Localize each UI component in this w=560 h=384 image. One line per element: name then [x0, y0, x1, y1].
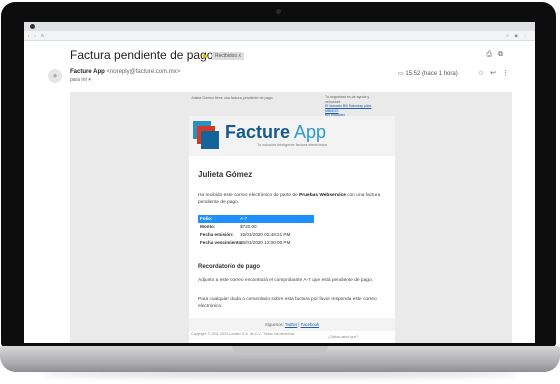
timestamp: ▭ 15:52 (hace 1 hora) — [398, 70, 458, 77]
detail-row-monto: Monto: $720.00 — [198, 223, 314, 231]
detail-value: $720.00 — [240, 224, 257, 229]
twitter-link[interactable]: Twitter — [285, 322, 297, 327]
reminder-title: Recordatorio de pago — [198, 264, 261, 270]
detail-value: 15/01/2020 02:48:21 PM — [240, 232, 291, 237]
detail-row-folio: Folio: A-7 — [198, 215, 314, 223]
reply-icon[interactable]: ↩ — [490, 70, 502, 77]
copyright-text: Copyright © 2011-2020 Londeo S.A. de C.V… — [191, 332, 295, 336]
preheader-right: Tu seguridad es de ayuda y velocidad. El… — [325, 95, 385, 118]
brand-tagline: Tu solución inteligente factura electrón… — [257, 143, 327, 147]
camera-icon — [276, 9, 281, 14]
follow-prefix: Síguenos: — [264, 322, 285, 327]
email-card: Facture App Tu solución inteligente fact… — [189, 116, 395, 343]
detail-value: 16/01/2020 12:00:00 PM — [240, 240, 291, 245]
invoice-details: Folio: A-7 Monto: $720.00 Fecha emisión: 15… — [198, 215, 314, 247]
social-follow-bar: Síguenos: Twitter | Facebook — [189, 318, 395, 331]
sender-email: <noreply@facture.com.mx> — [106, 69, 181, 75]
chevron-down-icon[interactable]: ▾ — [88, 77, 91, 83]
address-bar[interactable]: ‹ › ↻ ☆ ◉ ⋮ — [24, 31, 535, 41]
intro-before: Ha recibido este correo electrónico de p… — [198, 193, 300, 198]
detail-row-vencimiento: Fecha vencimiento: 16/01/2020 12:00:00 PM — [198, 239, 314, 247]
preheader-text: Julieta Gómez tiene una factura pendient… — [191, 96, 274, 100]
star-icon[interactable]: ☆ — [478, 70, 490, 77]
did-you-know-text: ¿Sabía usted que? — [328, 335, 359, 339]
detail-label: Folio: — [200, 216, 213, 221]
laptop-notch — [232, 346, 328, 353]
more-options-icon[interactable]: ⋮ — [502, 70, 515, 77]
nav-arrows-icon[interactable]: ‹ › ↻ — [28, 33, 46, 38]
extension-icons[interactable]: ☆ ◉ ⋮ — [506, 33, 529, 38]
detail-label: Fecha emisión: — [200, 232, 234, 237]
recipient-line[interactable]: para mí ▾ — [70, 77, 91, 83]
screen: ‹ › ↻ ☆ ◉ ⋮ Factura pendiente de pago. ▶… — [24, 22, 535, 343]
attachment-icon: ▭ — [398, 71, 404, 77]
browser-tab-strip — [24, 22, 535, 31]
facture-logo-icon — [193, 121, 223, 153]
detail-label: Fecha vencimiento: — [200, 240, 243, 245]
sender-line: Facture App <noreply@facture.com.mx> — [70, 69, 180, 75]
detail-row-emision: Fecha emisión: 15/01/2020 02:48:21 PM — [198, 231, 314, 239]
inbox-label-badge[interactable]: Recibidos x — [212, 52, 244, 60]
intro-company: Pruebas Webservice — [299, 193, 346, 198]
preheader-right-text: Tu seguridad es de ayuda y velocidad. — [325, 95, 370, 104]
detail-label: Monto: — [200, 224, 216, 229]
reminder-text-1: Adjunto a este correo encontrará el comp… — [198, 278, 373, 283]
timestamp-text: 15:52 (hace 1 hora) — [405, 71, 458, 77]
detail-value: A-7 — [240, 216, 248, 221]
message-actions[interactable]: ☆↩⋮ — [478, 69, 515, 77]
preheader-link-1[interactable]: El llamado Bill Saturday pilas MBMOS — [325, 104, 385, 113]
brand-name: Facture App — [225, 122, 326, 143]
email-body-background: Julieta Gómez tiene una factura pendient… — [70, 92, 512, 343]
sender-name: Facture App — [70, 69, 105, 75]
important-marker-icon[interactable]: ▶ — [203, 52, 208, 60]
print-and-popout-icons[interactable]: ⎙⧉ — [486, 51, 509, 59]
tab-icon[interactable] — [30, 24, 35, 29]
popout-icon[interactable]: ⧉ — [498, 51, 509, 58]
facebook-link[interactable]: Facebook — [301, 322, 319, 327]
brand-name-suffix: App — [290, 122, 327, 142]
sender-avatar: ● — [48, 69, 62, 83]
intro-paragraph: Ha recibido este correo electrónico de p… — [198, 192, 390, 206]
email-subject: Factura pendiente de pago. — [70, 48, 217, 62]
print-icon[interactable]: ⎙ — [486, 51, 498, 58]
brand-header: Facture App Tu solución inteligente fact… — [189, 116, 395, 156]
brand-name-main: Facture — [225, 122, 291, 142]
recipient: para mí — [70, 77, 87, 83]
reminder-text-2: Para cualquier duda o comentario sobre e… — [198, 297, 377, 309]
recipient-greeting: Julieta Gómez — [198, 170, 253, 179]
email-header: Factura pendiente de pago. ▶ Recibidos x… — [24, 41, 535, 89]
